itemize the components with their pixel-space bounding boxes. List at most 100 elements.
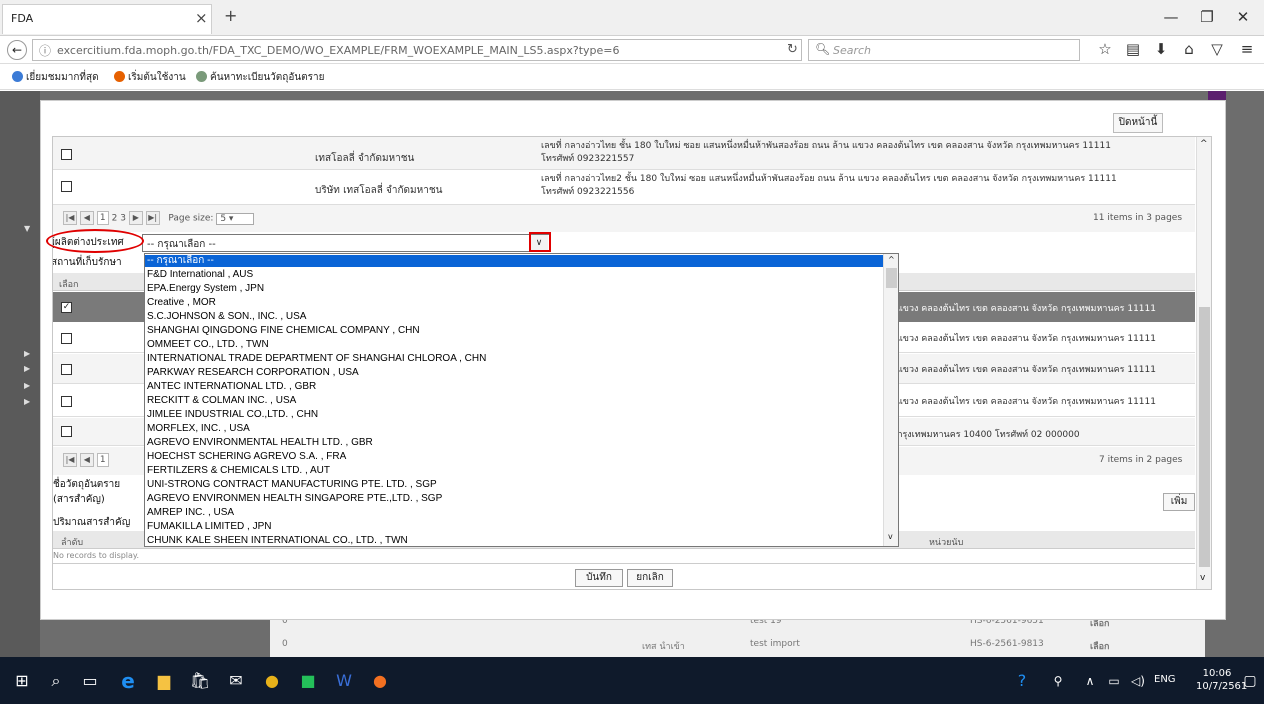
dropdown-option[interactable]: AMREP INC. , USA [145, 507, 883, 519]
restore-icon[interactable]: ❐ [1192, 8, 1222, 26]
browser-tab[interactable]: FDA × [2, 4, 212, 34]
bookmark-most-visited[interactable]: เยี่ยมชมมากที่สุด [12, 70, 99, 85]
menu-icon[interactable]: ≡ [1236, 40, 1258, 58]
highlight-box [529, 232, 551, 252]
row-checkbox[interactable] [61, 149, 72, 160]
new-tab-icon[interactable]: + [224, 6, 237, 25]
store-icon[interactable]: 🛍︎ [186, 669, 214, 693]
search-icon: 🔍︎ [815, 42, 831, 56]
first-page-icon[interactable]: |◀ [63, 453, 77, 467]
home-icon[interactable]: ⌂ [1178, 40, 1200, 58]
bookmark-star-icon[interactable]: ☆ [1094, 40, 1116, 58]
bookmark-search-registry[interactable]: ค้นหาทะเบียนวัตถุอันตราย [196, 70, 325, 85]
close-window-icon[interactable]: ✕ [1228, 8, 1258, 26]
task-view-icon[interactable]: ▭ [76, 669, 104, 693]
save-button[interactable]: บันทึก [575, 569, 623, 587]
windows-start-icon[interactable]: ⊞ [8, 669, 36, 693]
reading-list-icon[interactable]: ▤ [1122, 40, 1144, 58]
search-input[interactable]: 🔍︎ Search [808, 39, 1080, 61]
manufacturer-select[interactable]: -- กรุณาเลือก -- ∨ [142, 234, 550, 252]
dropdown-option[interactable]: PARKWAY RESEARCH CORPORATION , USA [145, 367, 883, 379]
last-page-icon[interactable]: ▶| [145, 211, 160, 225]
table-row[interactable]: เทสโอลลี่ จำกัดมหาชน เลขที่ กลางอ่าวไทย … [53, 137, 1195, 169]
page-number[interactable]: 3 [120, 214, 126, 224]
modal-scrollbar[interactable]: ^ v [1196, 137, 1211, 589]
page-number[interactable]: 2 [112, 214, 118, 224]
pocket-icon[interactable]: ▽ [1206, 40, 1228, 58]
hazard-name-sub-label: (สารสำคัญ) [53, 494, 105, 505]
firefox-icon[interactable]: ● [366, 669, 394, 693]
scroll-down-icon[interactable]: v [1200, 573, 1205, 583]
dropdown-option[interactable]: MORFLEX, INC. , USA [145, 423, 883, 435]
dropdown-option[interactable]: S.C.JOHNSON & SON., INC. , USA [145, 311, 883, 323]
row-checkbox[interactable] [61, 426, 72, 437]
language-indicator[interactable]: ENG [1154, 674, 1176, 685]
close-tab-icon[interactable]: × [195, 9, 208, 27]
prev-page-icon[interactable]: ◀ [79, 453, 94, 467]
row-checkbox[interactable] [61, 333, 72, 344]
row-checkbox[interactable] [61, 364, 72, 375]
close-page-button[interactable]: ปิดหน้านี้ [1113, 113, 1163, 133]
add-button[interactable]: เพิ่ม [1163, 493, 1195, 511]
dropdown-option[interactable]: INTERNATIONAL TRADE DEPARTMENT OF SHANGH… [145, 353, 883, 365]
page-sidebar: ▼ ▶ ▶ ▶ ▶ [0, 91, 40, 657]
tab-bar: FDA × + — ❐ ✕ [0, 0, 1264, 36]
file-explorer-icon[interactable]: ▆ [150, 669, 178, 693]
dropdown-option[interactable]: UNI-STRONG CONTRACT MANUFACTURING PTE. L… [145, 479, 883, 491]
word-icon[interactable]: W [330, 669, 358, 693]
dropdown-option[interactable]: F&D International , AUS [145, 269, 883, 281]
page-number[interactable]: 1 [96, 453, 109, 467]
chrome-icon[interactable]: ● [258, 669, 286, 693]
notifications-icon[interactable]: ▢ [1236, 669, 1264, 693]
pager-summary: 11 items in 3 pages [1093, 213, 1183, 223]
first-page-icon[interactable]: |◀ [63, 211, 77, 225]
people-icon[interactable]: ⚲ [1044, 669, 1072, 693]
page-size-select[interactable]: 5 ▾ [216, 212, 255, 225]
dropdown-option[interactable]: FERTILZERS & CHEMICALS LTD. , AUT [145, 465, 883, 477]
dropdown-option-selected[interactable]: -- กรุณาเลือก -- [145, 255, 883, 267]
next-page-icon[interactable]: ▶ [128, 211, 143, 225]
line-app-icon[interactable]: ■ [294, 669, 322, 693]
page-number[interactable]: 1 [96, 211, 109, 225]
dropdown-scrollbar[interactable]: ^ v [883, 254, 898, 546]
dropdown-option[interactable]: EPA.Energy System , JPN [145, 283, 883, 295]
manufacturer-dropdown-list[interactable]: -- กรุณาเลือก -- F&D International , AUS… [144, 253, 899, 547]
row-checkbox[interactable] [61, 396, 72, 407]
dropdown-option[interactable]: JIMLEE INDUSTRIAL CO.,LTD. , CHN [145, 409, 883, 421]
info-icon[interactable]: ⓘ [39, 42, 51, 59]
minimize-icon[interactable]: — [1156, 8, 1186, 26]
search-icon[interactable]: ⌕ [42, 669, 70, 693]
cancel-button[interactable]: ยกเลิก [627, 569, 673, 587]
dropdown-option[interactable]: HOECHST SCHERING AGREVO S.A. , FRA [145, 451, 883, 463]
volume-icon[interactable]: ◁) [1124, 669, 1152, 693]
row-checkbox[interactable] [61, 181, 72, 192]
table-row[interactable]: บริษัท เทสโอลลี่ จำกัดมหาชน เลขที่ กลางอ… [53, 170, 1195, 202]
back-icon[interactable]: ← [7, 40, 27, 60]
scroll-thumb[interactable] [1199, 307, 1210, 567]
mail-icon[interactable]: ✉ [222, 669, 250, 693]
address-bar[interactable]: ⓘ excercitium.fda.moph.go.th/FDA_TXC_DEM… [32, 39, 802, 61]
prev-page-icon[interactable]: ◀ [79, 211, 94, 225]
dropdown-option[interactable]: ANTEC INTERNATIONAL LTD. , GBR [145, 381, 883, 393]
dropdown-option[interactable]: AGREVO ENVIRONMEN HEALTH SINGAPORE PTE.,… [145, 493, 883, 505]
row-checkbox-checked[interactable]: ✓ [61, 302, 72, 313]
dropdown-option[interactable]: AGREVO ENVIRONMENTAL HEALTH LTD. , GBR [145, 437, 883, 449]
clock[interactable]: 10:06 10/7/2561 [1196, 667, 1247, 693]
dropdown-option[interactable]: OMMEET CO., LTD. , TWN [145, 339, 883, 351]
download-icon[interactable]: ⬇ [1150, 40, 1172, 58]
storage-label: สถานที่เก็บรักษา [52, 257, 122, 268]
scroll-down-icon[interactable]: v [888, 532, 893, 541]
scroll-up-icon[interactable]: ^ [1200, 139, 1208, 149]
dropdown-option[interactable]: SHANGHAI QINGDONG FINE CHEMICAL COMPANY … [145, 325, 883, 337]
bookmark-getting-started[interactable]: เริ่มต้นใช้งาน [114, 70, 186, 85]
reload-icon[interactable]: ↻ [787, 42, 798, 57]
scroll-up-icon[interactable]: ^ [888, 255, 895, 264]
dropdown-option[interactable]: CHUNK KALE SHEEN INTERNATIONAL CO., LTD.… [145, 535, 883, 546]
dropdown-option[interactable]: Creative , MOR [145, 297, 883, 309]
scroll-thumb[interactable] [886, 268, 897, 288]
dropdown-option[interactable]: RECKITT & COLMAN INC. , USA [145, 395, 883, 407]
bookmark-icon [12, 71, 23, 82]
dropdown-option[interactable]: FUMAKILLA LIMITED , JPN [145, 521, 883, 533]
help-icon[interactable]: ? [1008, 669, 1036, 693]
edge-icon[interactable]: e [114, 669, 142, 693]
